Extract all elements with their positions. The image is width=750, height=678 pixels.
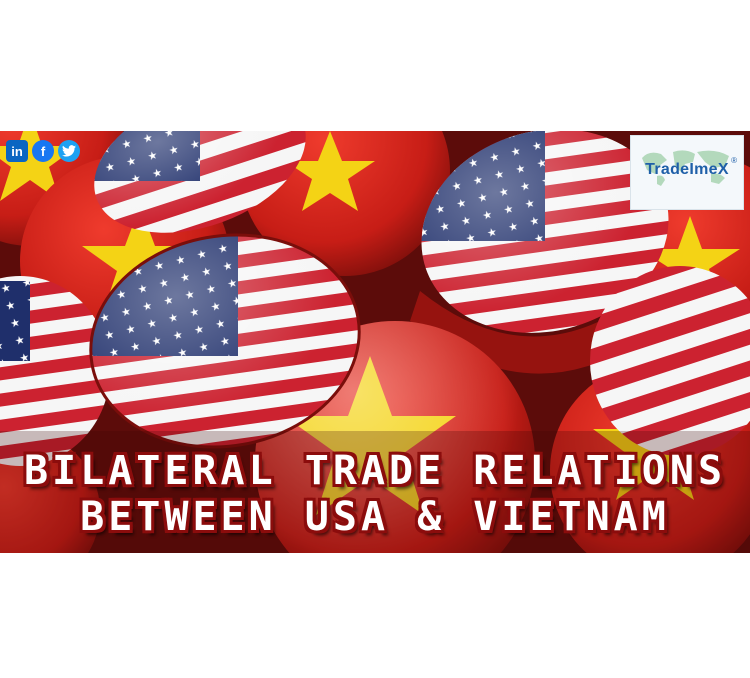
headline-line-2: BETWEEN USA & VIETNAM [80, 494, 670, 540]
twitter-icon[interactable] [58, 140, 80, 162]
registered-mark: ® [731, 156, 737, 165]
logo-text: TradeImeX [645, 161, 729, 178]
facebook-icon[interactable]: f [32, 140, 54, 162]
twitter-bird-icon [62, 145, 76, 157]
linkedin-icon[interactable]: in [6, 140, 28, 162]
social-links: in f [6, 140, 80, 162]
tradeimex-logo[interactable]: TradeImeX ® [630, 135, 744, 210]
headline-line-1: BILATERAL TRADE RELATIONS [23, 448, 727, 494]
